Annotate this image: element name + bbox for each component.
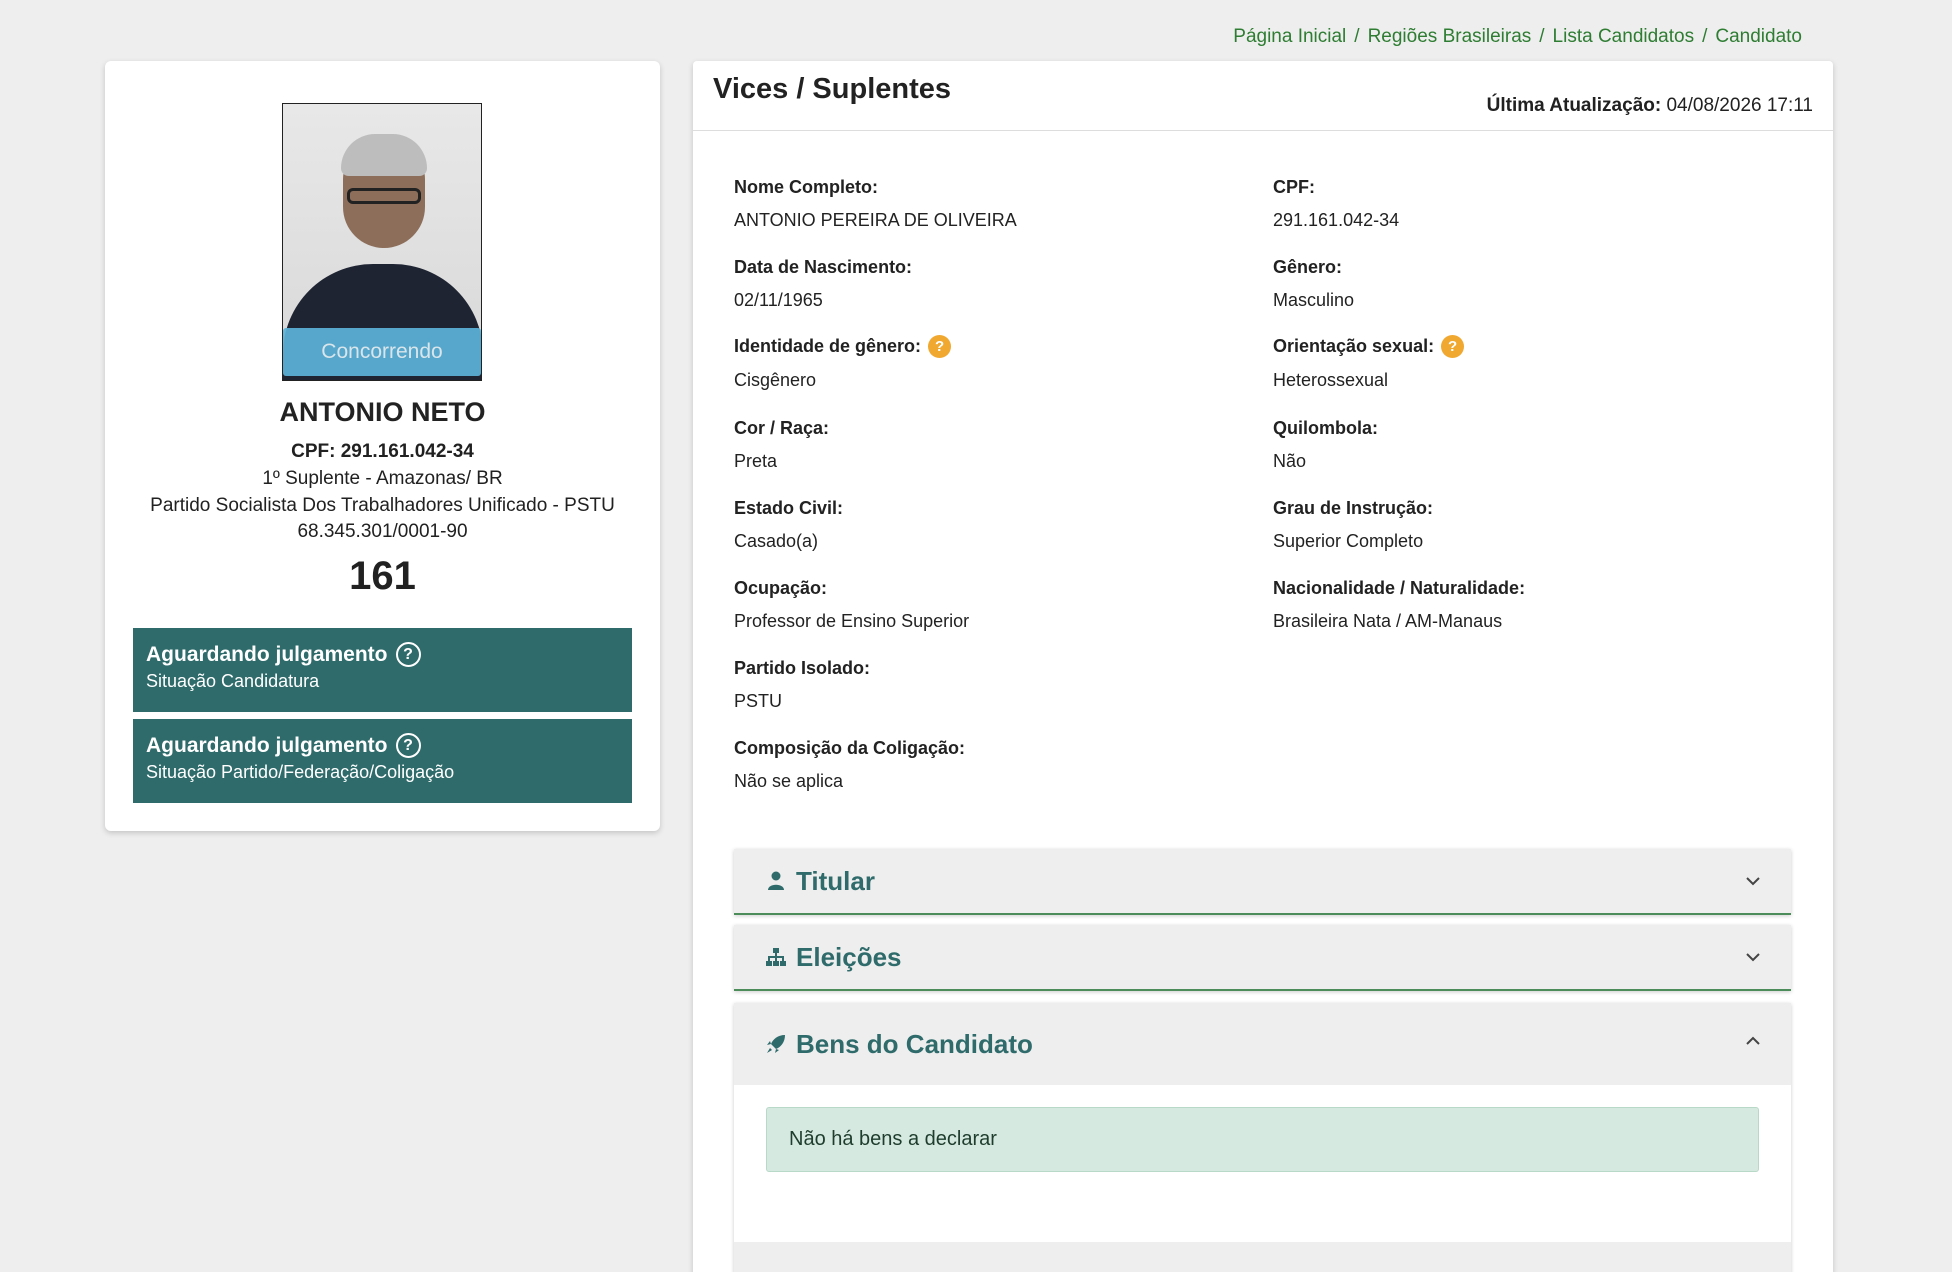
last-update-value: 04/08/2026 17:11 (1666, 95, 1813, 116)
breadcrumb: Página Inicial / Regiões Brasileiras / L… (1233, 26, 1802, 48)
last-update: Última Atualização: 04/08/2026 17:11 (1487, 95, 1813, 117)
field-occupation: Ocupação: Professor de Ensino Superior (734, 578, 970, 631)
details-card: Vices / Suplentes Última Atualização: 04… (693, 61, 1833, 1272)
help-icon[interactable]: ? (928, 335, 952, 358)
field-race: Cor / Raça: Preta (734, 418, 830, 471)
chevron-down-icon[interactable] (1743, 871, 1763, 891)
field-sexual-orientation: Orientação sexual: ? Heterossexual (1273, 335, 1773, 391)
situation-candidacy-title: Aguardando julgamento (146, 642, 388, 666)
panel-eleicoes-title: Eleições (796, 941, 902, 972)
field-quilombola: Quilombola: Não (1273, 418, 1378, 471)
situation-party-title: Aguardando julgamento (146, 733, 388, 757)
details-header: Vices / Suplentes Última Atualização: 04… (693, 61, 1833, 131)
breadcrumb-candidates-list[interactable]: Lista Candidatos (1553, 26, 1695, 48)
panel-titular-header[interactable]: Titular (734, 849, 1791, 913)
candidate-cpf: CPF: 291.161.042-34 (291, 441, 474, 462)
situation-candidacy-subtitle: Situação Candidatura (146, 671, 320, 691)
panel-bens-title: Bens do Candidato (796, 1028, 1033, 1059)
help-icon[interactable]: ? (1441, 335, 1465, 358)
candidate-name: ANTONIO NETO (279, 397, 486, 427)
candidate-role: 1º Suplente - Amazonas/ BR (262, 468, 503, 489)
sitemap-icon (764, 945, 788, 969)
candidate-photo: Concorrendo (282, 103, 482, 381)
breadcrumb-separator: / (1354, 26, 1360, 47)
panel-eleicoes: Eleições (734, 925, 1791, 991)
breadcrumb-home[interactable]: Página Inicial (1233, 26, 1346, 48)
user-icon (764, 869, 788, 893)
field-coalition: Composição da Coligação: Não se aplica (734, 738, 966, 791)
candidate-cnpj: 68.345.301/0001-90 (297, 521, 468, 542)
rocket-icon (764, 1032, 788, 1056)
breadcrumb-current: Candidato (1715, 26, 1802, 47)
candidate-number: 161 (349, 554, 416, 598)
breadcrumb-separator: / (1539, 26, 1545, 47)
field-gender-identity: Identidade de gênero: ? Cisgênero (734, 335, 1234, 391)
field-cpf: CPF: 291.161.042-34 (1273, 177, 1400, 230)
candidate-party: Partido Socialista Dos Trabalhadores Uni… (150, 495, 615, 516)
field-nationality: Nacionalidade / Naturalidade: Brasileira… (1273, 578, 1526, 631)
no-assets-alert: Não há bens a declarar (766, 1107, 1759, 1172)
situation-party-subtitle: Situação Partido/Federação/Coligação (146, 762, 455, 782)
field-full-name: Nome Completo: ANTONIO PEREIRA DE OLIVEI… (734, 177, 1017, 230)
field-education: Grau de Instrução: Superior Completo (1273, 498, 1434, 551)
field-gender: Gênero: Masculino (1273, 257, 1355, 310)
breadcrumb-regions[interactable]: Regiões Brasileiras (1368, 26, 1532, 48)
panel-bens-header[interactable]: Bens do Candidato (734, 1003, 1791, 1085)
candidate-profile-card: Concorrendo ANTONIO NETO CPF: 291.161.04… (105, 61, 660, 831)
panel-titular: Titular (734, 849, 1791, 915)
panel-eleicoes-header[interactable]: Eleições (734, 925, 1791, 989)
last-update-label: Última Atualização: (1486, 95, 1662, 116)
candidate-status-label: Concorrendo (283, 328, 481, 376)
help-circle-icon[interactable]: ? (395, 733, 421, 758)
field-marital-status: Estado Civil: Casado(a) (734, 498, 844, 551)
chevron-down-icon[interactable] (1743, 947, 1763, 967)
help-circle-icon[interactable]: ? (395, 642, 421, 667)
breadcrumb-separator: / (1702, 26, 1708, 47)
field-birth-date: Data de Nascimento: 02/11/1965 (734, 257, 913, 310)
panel-bens-body: Não há bens a declarar (734, 1085, 1791, 1242)
details-title: Vices / Suplentes (713, 73, 952, 105)
situation-party-box: Aguardando julgamento ? Situação Partido… (133, 719, 632, 803)
panel-bens: Bens do Candidato Não há bens a declarar (734, 1003, 1791, 1272)
chevron-up-icon[interactable] (1743, 1031, 1763, 1051)
field-isolated-party: Partido Isolado: PSTU (734, 658, 871, 711)
situation-candidacy-box: Aguardando julgamento ? Situação Candida… (133, 628, 632, 712)
panel-titular-title: Titular (796, 865, 875, 896)
